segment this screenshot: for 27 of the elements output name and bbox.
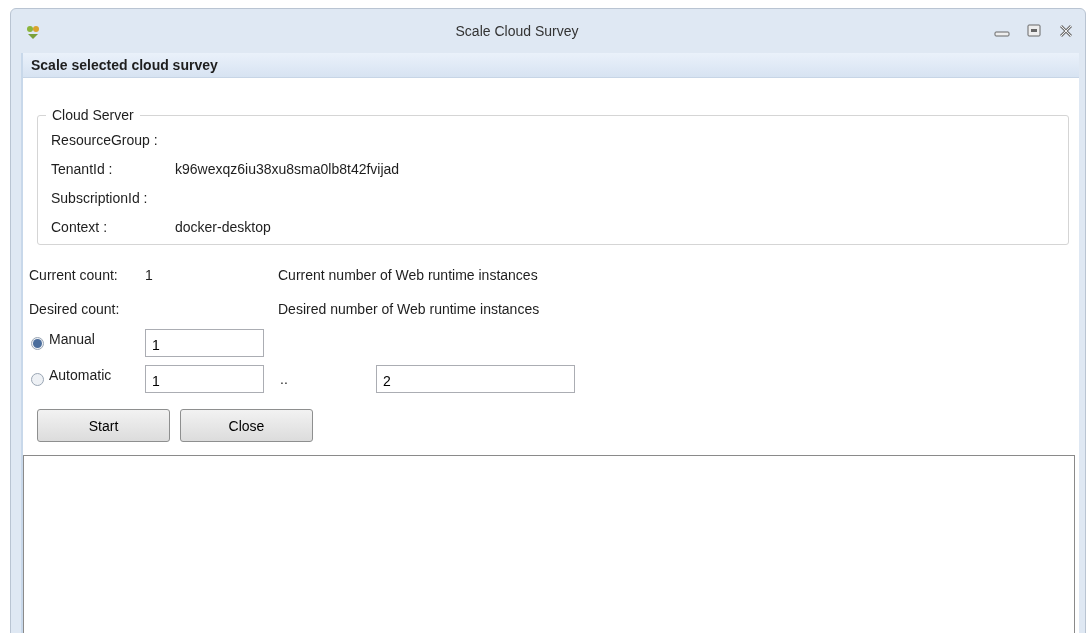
section-header: Scale selected cloud survey	[23, 53, 1079, 78]
count-value: 1	[145, 267, 153, 283]
group-legend: Cloud Server	[46, 107, 140, 123]
radio-button[interactable]	[31, 372, 44, 386]
mode-label: Automatic	[49, 366, 113, 383]
app-icon	[25, 23, 41, 39]
window-title: Scale Cloud Survey	[454, 23, 580, 39]
field-value: k96wexqz6iu38xu8sma0lb8t42fvijad	[175, 160, 401, 177]
count-description: Current number of Web runtime instances	[278, 267, 538, 283]
count-label: Current count:	[29, 267, 119, 283]
field-value: docker-desktop	[175, 218, 272, 235]
dialog-button[interactable]: Start	[37, 409, 170, 442]
mode-label: Manual	[49, 330, 96, 347]
maximize-icon[interactable]	[1025, 24, 1043, 38]
radio-button[interactable]	[31, 336, 44, 350]
count-description: Desired number of Web runtime instances	[278, 301, 540, 317]
range-separator: ..	[279, 371, 289, 387]
input-field[interactable]: 1	[145, 365, 264, 393]
field-label: Context :	[51, 218, 109, 235]
dialog-button[interactable]: Close	[180, 409, 313, 442]
field-label: TenantId :	[51, 160, 114, 177]
field-label: SubscriptionId :	[51, 189, 149, 206]
input-field[interactable]: 2	[376, 365, 575, 393]
input-field[interactable]: 1	[145, 329, 264, 357]
field-label: ResourceGroup :	[51, 131, 159, 148]
close-icon[interactable]	[1057, 24, 1075, 38]
count-label: Desired count:	[29, 301, 121, 317]
